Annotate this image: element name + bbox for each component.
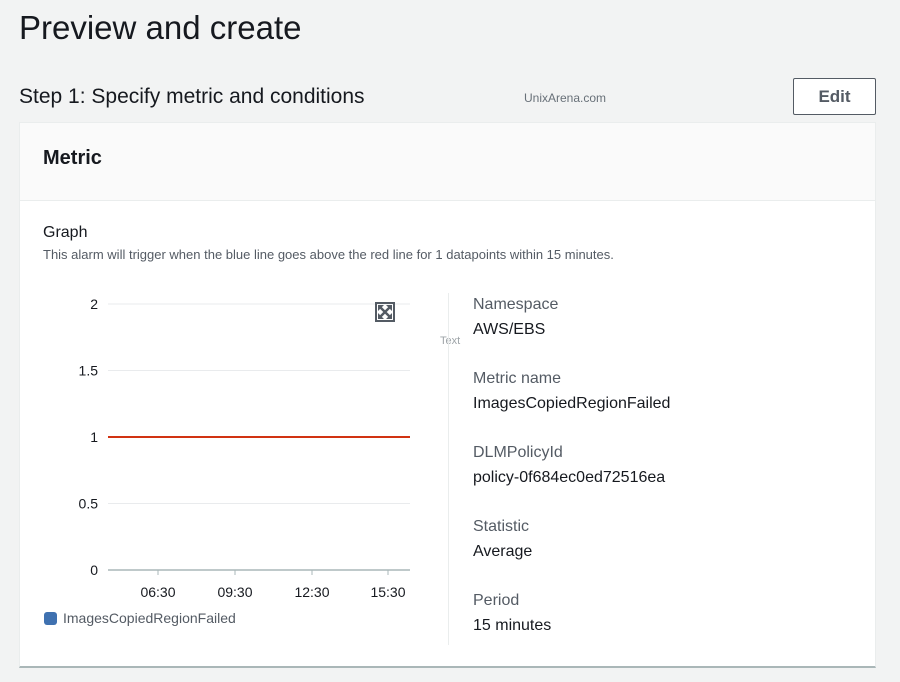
detail-label: Period [473,592,520,609]
detail-value: Average [473,543,533,560]
x-tick-label: 12:30 [294,584,329,600]
detail-namespace: Namespace AWS/EBS [473,295,670,369]
detail-label: Statistic [473,518,530,535]
metric-chart: 2 1.5 1 0.5 0 06:30 09:30 12:30 15:30 [79,296,410,600]
x-tick-label: 09:30 [217,584,252,600]
y-tick-label: 2 [90,296,98,312]
graph-description: This alarm will trigger when the blue li… [43,247,614,262]
detail-policy-id: DLMPolicyId policy-0f684ec0ed72516ea [473,443,670,517]
detail-label: DLMPolicyId [473,444,563,461]
detail-label: Metric name [473,370,562,387]
detail-value: policy-0f684ec0ed72516ea [473,469,666,486]
detail-label: Namespace [473,296,559,313]
watermark: UnixArena.com [524,91,607,105]
y-tick-label: 0.5 [79,496,99,512]
ghost-text: Text [440,335,461,347]
edit-button[interactable]: Edit [793,78,876,115]
page-title: Preview and create [19,9,302,46]
chart-legend: ImagesCopiedRegionFailed [44,610,236,626]
metric-details: Namespace AWS/EBS Metric name ImagesCopi… [473,295,670,665]
panel-title: Metric [43,147,102,169]
detail-value: 15 minutes [473,617,552,634]
step-title: Step 1: Specify metric and conditions [19,85,365,108]
detail-statistic: Statistic Average [473,517,670,591]
detail-period: Period 15 minutes [473,591,670,665]
y-tick-label: 1 [90,429,98,445]
metric-panel: Metric Graph This alarm will trigger whe… [19,122,876,668]
expand-icon[interactable] [375,302,395,322]
y-tick-label: 1.5 [79,363,99,379]
x-tick-label: 06:30 [140,584,175,600]
y-tick-label: 0 [90,562,98,578]
legend-swatch [44,611,57,625]
panel-header: Metric [20,123,875,201]
detail-value: AWS/EBS [473,321,546,338]
vertical-divider [448,293,449,645]
graph-title: Graph [43,224,88,241]
detail-value: ImagesCopiedRegionFailed [473,395,671,412]
x-tick-label: 15:30 [370,584,405,600]
legend-label: ImagesCopiedRegionFailed [63,610,236,626]
detail-metric-name: Metric name ImagesCopiedRegionFailed [473,369,670,443]
